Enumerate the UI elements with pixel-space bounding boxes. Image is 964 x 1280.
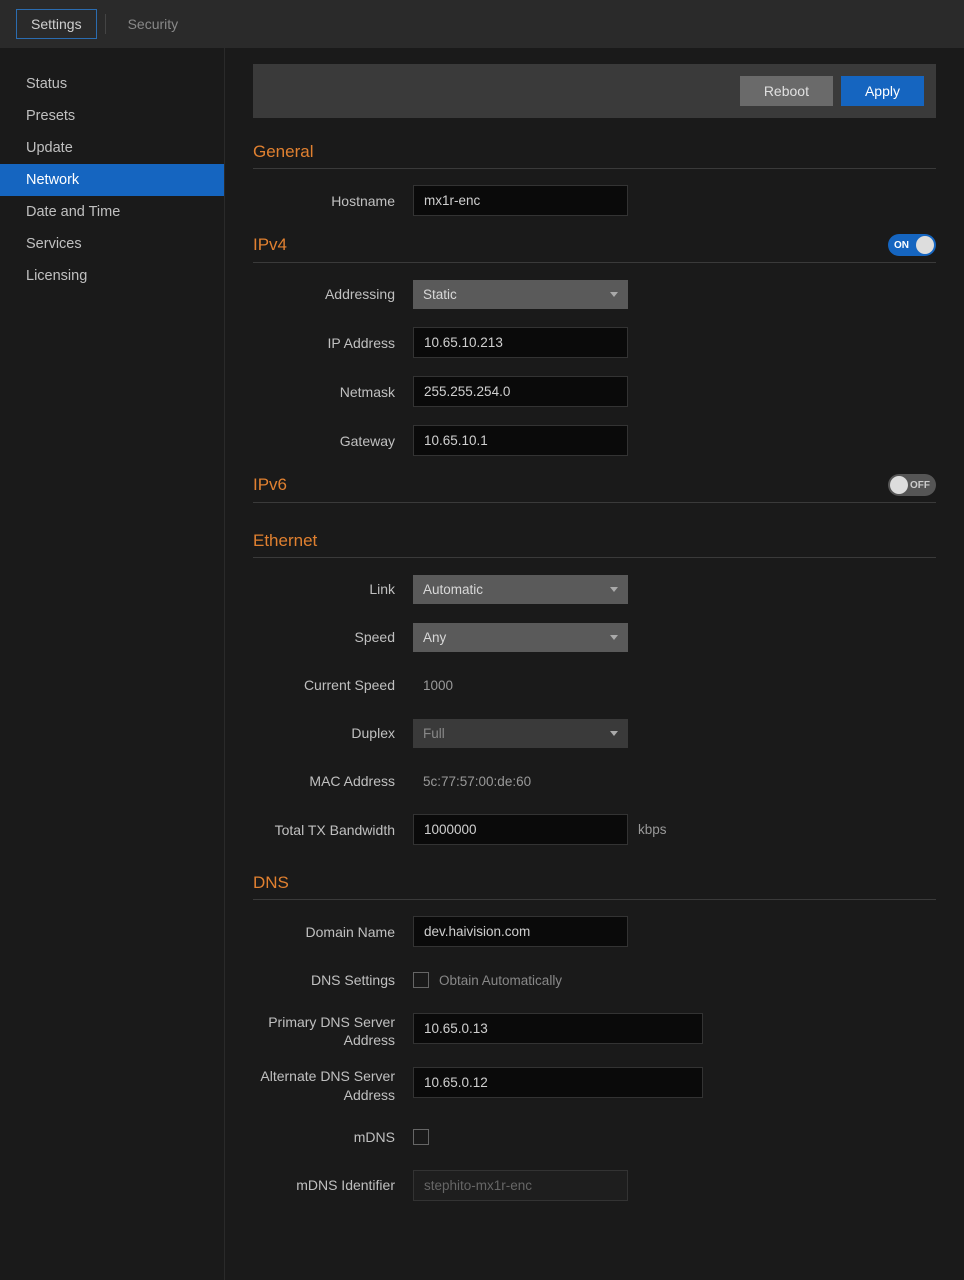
sidebar-item-date-time[interactable]: Date and Time [0, 196, 224, 228]
section-dns-title: DNS [253, 873, 936, 900]
ipv4-toggle[interactable]: ON [888, 234, 936, 256]
current-speed-label: Current Speed [253, 677, 413, 693]
section-ethernet-title: Ethernet [253, 531, 936, 558]
domain-name-input[interactable] [413, 916, 628, 947]
dns-settings-label: DNS Settings [253, 972, 413, 988]
tab-settings[interactable]: Settings [16, 9, 97, 39]
chevron-down-icon [610, 731, 618, 736]
chevron-down-icon [610, 587, 618, 592]
addressing-label: Addressing [253, 286, 413, 302]
link-label: Link [253, 581, 413, 597]
ipv4-toggle-label: ON [888, 240, 915, 251]
tab-divider [105, 14, 106, 34]
obtain-auto-checkbox[interactable] [413, 972, 429, 988]
duplex-label: Duplex [253, 725, 413, 741]
sidebar-item-presets[interactable]: Presets [0, 100, 224, 132]
chevron-down-icon [610, 292, 618, 297]
duplex-value: Full [423, 726, 445, 741]
sidebar-item-services[interactable]: Services [0, 228, 224, 260]
gateway-input[interactable] [413, 425, 628, 456]
alternate-dns-label: Alternate DNS Server Address [253, 1067, 413, 1103]
tab-security[interactable]: Security [114, 10, 193, 38]
hostname-input[interactable] [413, 185, 628, 216]
tx-bandwidth-input[interactable] [413, 814, 628, 845]
tx-bandwidth-unit: kbps [638, 822, 667, 837]
ipv6-toggle-label: OFF [904, 480, 936, 491]
chevron-down-icon [610, 635, 618, 640]
alternate-dns-input[interactable] [413, 1067, 703, 1098]
tx-bandwidth-label: Total TX Bandwidth [253, 822, 413, 838]
section-general-label: General [253, 142, 313, 162]
duplex-select: Full [413, 719, 628, 748]
ipv6-toggle[interactable]: OFF [888, 474, 936, 496]
section-ipv4-title: IPv4 ON [253, 234, 936, 263]
primary-dns-label: Primary DNS Server Address [253, 1013, 413, 1049]
sidebar-item-status[interactable]: Status [0, 68, 224, 100]
ip-address-input[interactable] [413, 327, 628, 358]
apply-button[interactable]: Apply [841, 76, 924, 106]
section-ipv6-label: IPv6 [253, 475, 287, 495]
ip-address-label: IP Address [253, 335, 413, 351]
netmask-label: Netmask [253, 384, 413, 400]
section-ipv6-title: IPv6 OFF [253, 474, 936, 503]
current-speed-value: 1000 [413, 671, 463, 700]
obtain-auto-label: Obtain Automatically [439, 973, 562, 988]
sidebar-item-licensing[interactable]: Licensing [0, 260, 224, 292]
sidebar-item-update[interactable]: Update [0, 132, 224, 164]
mdns-identifier-label: mDNS Identifier [253, 1177, 413, 1193]
addressing-select[interactable]: Static [413, 280, 628, 309]
sidebar: Status Presets Update Network Date and T… [0, 48, 225, 1280]
link-select[interactable]: Automatic [413, 575, 628, 604]
speed-value: Any [423, 630, 446, 645]
gateway-label: Gateway [253, 433, 413, 449]
link-value: Automatic [423, 582, 483, 597]
action-bar: Reboot Apply [253, 64, 936, 118]
mdns-checkbox[interactable] [413, 1129, 429, 1145]
mdns-label: mDNS [253, 1129, 413, 1145]
section-dns-label: DNS [253, 873, 289, 893]
toggle-knob [890, 476, 908, 494]
mdns-identifier-input [413, 1170, 628, 1201]
addressing-value: Static [423, 287, 457, 302]
section-general-title: General [253, 142, 936, 169]
mac-address-label: MAC Address [253, 773, 413, 789]
speed-select[interactable]: Any [413, 623, 628, 652]
content: Reboot Apply General Hostname IPv4 ON Ad… [225, 48, 964, 1280]
mac-address-value: 5c:77:57:00:de:60 [413, 767, 541, 796]
primary-dns-input[interactable] [413, 1013, 703, 1044]
topbar: Settings Security [0, 0, 964, 48]
netmask-input[interactable] [413, 376, 628, 407]
reboot-button[interactable]: Reboot [740, 76, 833, 106]
speed-label: Speed [253, 629, 413, 645]
section-ethernet-label: Ethernet [253, 531, 317, 551]
domain-name-label: Domain Name [253, 924, 413, 940]
toggle-knob [916, 236, 934, 254]
sidebar-item-network[interactable]: Network [0, 164, 224, 196]
hostname-label: Hostname [253, 193, 413, 209]
section-ipv4-label: IPv4 [253, 235, 287, 255]
